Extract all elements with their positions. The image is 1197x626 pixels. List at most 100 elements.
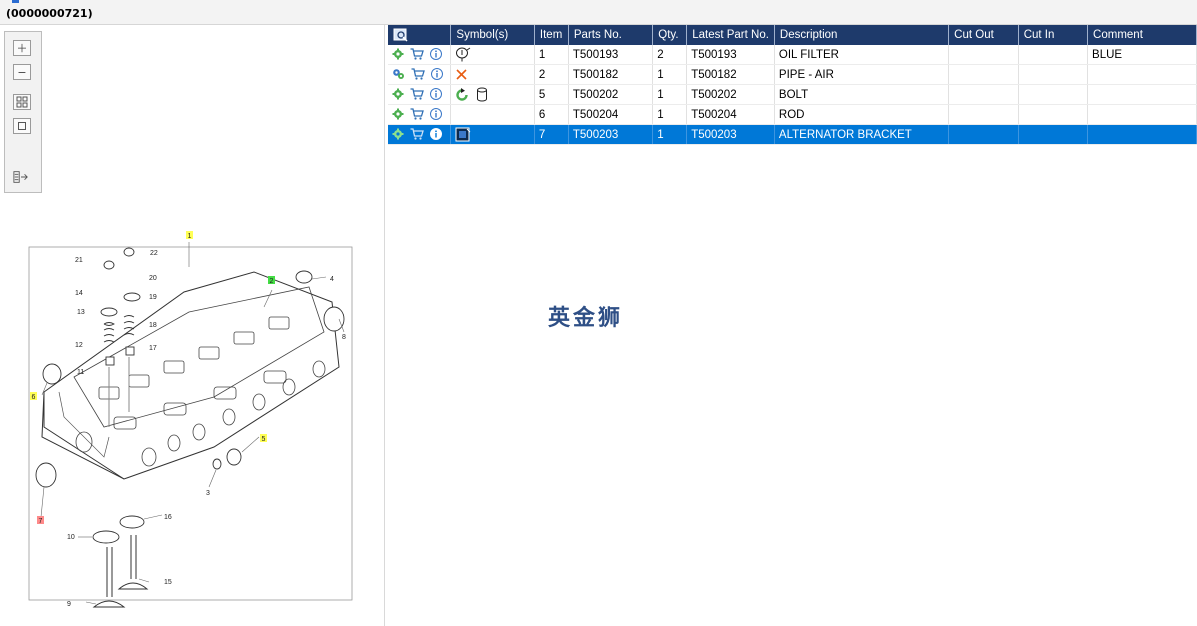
cell-qty: 1: [652, 84, 688, 105]
table-header-row: Symbol(s) Item Parts No. Qty. Latest Par…: [388, 25, 1197, 45]
callout-16: 16: [164, 514, 172, 521]
cart-icon[interactable]: [410, 128, 425, 141]
gears-icon[interactable]: [392, 68, 405, 80]
info-icon[interactable]: [430, 88, 443, 101]
row-actions: [388, 84, 452, 105]
row-symbols: [450, 45, 535, 65]
column-parts-no[interactable]: Parts No.: [568, 25, 654, 45]
callout-14: 14: [75, 290, 83, 297]
column-latest-part-no[interactable]: Latest Part No.: [686, 25, 775, 45]
parts-table: Symbol(s) Item Parts No. Qty. Latest Par…: [388, 25, 1197, 145]
callout-21: 21: [75, 257, 83, 264]
cell-cut-in: [1018, 84, 1089, 105]
row-actions: [388, 45, 452, 65]
gear-icon[interactable]: [392, 108, 404, 120]
diagram-panel: ＋ − 1 2 3 4 5 6 7 8 9 10 11 12 13 14 15 …: [0, 25, 385, 626]
cross-icon[interactable]: [455, 68, 468, 81]
app-mark-icon: [12, 0, 19, 3]
table-row[interactable]: 1 T500193 2 T500193 OIL FILTER BLUE: [388, 45, 1197, 65]
cell-cut-in: [1018, 124, 1089, 145]
column-cut-in[interactable]: Cut In: [1018, 25, 1089, 45]
callout-19: 19: [149, 294, 157, 301]
cart-icon[interactable]: [410, 108, 425, 121]
column-qty[interactable]: Qty.: [652, 25, 688, 45]
recycle-icon[interactable]: [455, 87, 469, 102]
cell-latest-part-no: T500182: [686, 64, 775, 85]
callout-4: 4: [330, 276, 334, 283]
cell-item: 6: [534, 104, 569, 125]
table-row[interactable]: 5 T500202 1 T500202 BOLT: [388, 84, 1197, 105]
balloon-icon[interactable]: [455, 47, 471, 62]
parts-list-panel: Symbol(s) Item Parts No. Qty. Latest Par…: [388, 25, 1197, 626]
info-icon[interactable]: [431, 68, 444, 81]
watermark-logo: 英金狮: [548, 306, 624, 331]
callout-20: 20: [149, 275, 157, 282]
callout-6: 6: [32, 394, 36, 401]
callout-10: 10: [67, 534, 75, 541]
title-bar: (0000000721): [0, 0, 1197, 25]
cell-description: BOLT: [774, 84, 950, 105]
export-icon[interactable]: [13, 170, 29, 184]
row-symbols: [450, 104, 535, 125]
cart-icon[interactable]: [411, 68, 426, 81]
cell-parts-no: T500193: [568, 45, 654, 65]
callout-11: 11: [77, 369, 84, 376]
actual-size-icon[interactable]: [13, 118, 31, 134]
cell-cut-out: [948, 84, 1019, 105]
cell-parts-no: T500204: [568, 104, 654, 125]
cell-comment: [1087, 64, 1197, 85]
document-title: (0000000721): [6, 7, 93, 20]
callout-9: 9: [67, 601, 71, 608]
zoom-out-icon[interactable]: −: [13, 64, 31, 80]
row-symbols: [450, 84, 535, 105]
cell-comment: [1087, 84, 1197, 105]
row-symbols: [450, 124, 535, 145]
cell-cut-out: [948, 124, 1019, 145]
table-row-selected[interactable]: 7 T500203 1 T500203 ALTERNATOR BRACKET: [388, 124, 1197, 145]
cell-qty: 1: [652, 124, 688, 145]
info-icon[interactable]: [430, 128, 443, 141]
cart-icon[interactable]: [410, 48, 425, 61]
row-actions: [388, 64, 452, 85]
callout-12: 12: [75, 342, 83, 349]
cart-icon[interactable]: [410, 88, 425, 101]
column-comment[interactable]: Comment: [1087, 25, 1197, 45]
row-actions: [388, 104, 452, 125]
cell-latest-part-no: T500203: [686, 124, 775, 145]
column-tools[interactable]: [388, 25, 452, 45]
column-symbols[interactable]: Symbol(s): [450, 25, 535, 45]
column-item[interactable]: Item: [534, 25, 569, 45]
callout-1: 1: [188, 233, 192, 240]
gear-icon[interactable]: [392, 88, 404, 100]
callout-18: 18: [149, 322, 157, 329]
cell-qty: 1: [652, 64, 688, 85]
cell-latest-part-no: T500204: [686, 104, 775, 125]
callout-3: 3: [206, 490, 210, 497]
fit-grid-icon[interactable]: [13, 94, 31, 110]
cell-parts-no: T500203: [568, 124, 654, 145]
info-icon[interactable]: [430, 108, 443, 121]
cell-comment: BLUE: [1087, 45, 1197, 65]
table-row[interactable]: 6 T500204 1 T500204 ROD: [388, 104, 1197, 125]
zoom-in-icon[interactable]: ＋: [13, 40, 31, 56]
cell-item: 5: [534, 84, 569, 105]
cell-parts-no: T500202: [568, 84, 654, 105]
cell-latest-part-no: T500202: [686, 84, 775, 105]
callout-7: 7: [39, 518, 43, 525]
cylinder-icon[interactable]: [476, 87, 488, 102]
gear-icon[interactable]: [392, 128, 404, 140]
cell-cut-in: [1018, 104, 1089, 125]
column-cut-out[interactable]: Cut Out: [948, 25, 1019, 45]
zoom-toolbar: ＋ −: [4, 31, 42, 193]
column-description[interactable]: Description: [774, 25, 950, 45]
info-icon[interactable]: [430, 48, 443, 61]
cell-description: ALTERNATOR BRACKET: [774, 124, 950, 145]
callout-22: 22: [150, 250, 158, 257]
table-row[interactable]: 2 T500182 1 T500182 PIPE - AIR: [388, 64, 1197, 85]
cylinder-head-diagram[interactable]: 1 2 3 4 5 6 7 8 9 10 11 12 13 14 15 16 1…: [14, 217, 354, 617]
cell-description: OIL FILTER: [774, 45, 950, 65]
callout-8: 8: [342, 334, 346, 341]
book-icon[interactable]: [455, 127, 471, 142]
find-icon[interactable]: [393, 28, 409, 42]
gear-icon[interactable]: [392, 48, 404, 60]
